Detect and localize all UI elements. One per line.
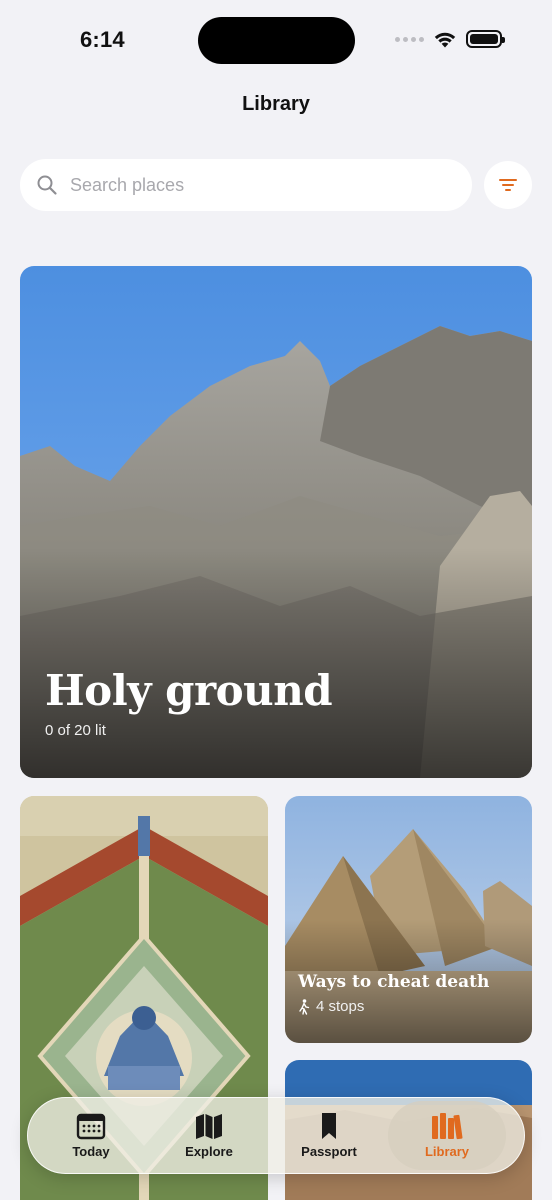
tab-passport[interactable]: Passport <box>270 1101 388 1170</box>
library-screen: 6:14 Library Search places Holy ground 0… <box>0 0 552 1200</box>
cellular-signal-icon <box>395 36 424 42</box>
status-time: 6:14 <box>80 27 125 52</box>
books-icon <box>432 1113 463 1140</box>
collection-progress: 0 of 20 lit <box>45 722 106 739</box>
map-icon <box>196 1114 222 1139</box>
search-bar[interactable] <box>20 159 472 211</box>
walking-person-icon <box>299 998 310 1015</box>
search-input[interactable] <box>70 174 430 196</box>
collection-stops-label: 4 stops <box>316 998 365 1015</box>
bookmark-icon <box>322 1113 336 1139</box>
tab-today[interactable]: Today <box>32 1101 150 1170</box>
collection-card-holy-ground[interactable]: Holy ground 0 of 20 lit <box>20 266 532 778</box>
tab-explore[interactable]: Explore <box>150 1101 268 1170</box>
tab-label: Passport <box>301 1144 357 1159</box>
collection-stops: 4 stops <box>298 998 364 1015</box>
tab-library[interactable]: Library <box>388 1101 506 1170</box>
wifi-icon <box>434 32 456 48</box>
filter-icon <box>499 179 517 191</box>
collection-title: Ways to cheat death <box>298 972 490 992</box>
battery-icon <box>466 30 505 48</box>
status-bar: 6:14 <box>0 0 552 80</box>
tab-label: Explore <box>185 1144 233 1159</box>
tab-label: Library <box>424 1144 470 1159</box>
filter-button[interactable] <box>484 161 532 209</box>
search-icon <box>37 175 57 195</box>
calendar-icon <box>76 1113 106 1140</box>
status-icons <box>395 30 505 48</box>
tab-bar: Today Explore Passport Library <box>27 1097 525 1174</box>
collection-card-ways-to-cheat-death[interactable]: Ways to cheat death 4 stops <box>285 796 532 1043</box>
tab-label: Today <box>72 1144 110 1159</box>
page-title: Library <box>242 93 310 115</box>
dynamic-island <box>198 17 355 64</box>
collection-title: Holy ground <box>45 666 333 715</box>
